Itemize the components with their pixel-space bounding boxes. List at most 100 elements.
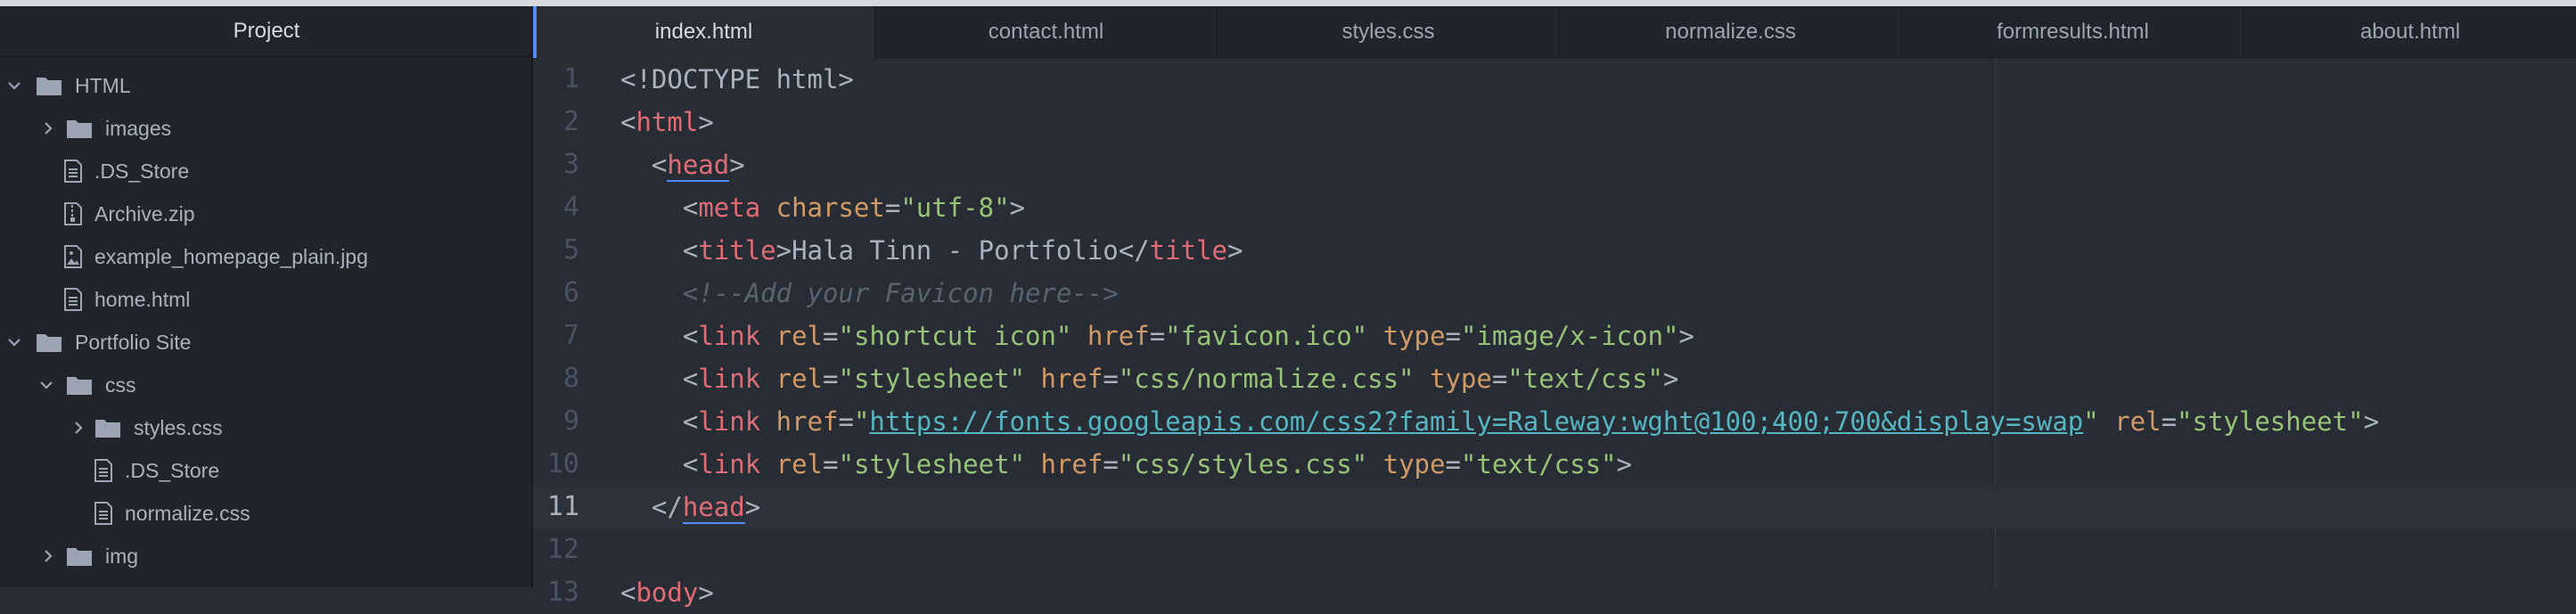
code-line[interactable]: 3 <head>: [533, 143, 2576, 186]
line-number[interactable]: 10: [533, 443, 579, 486]
line-number[interactable]: 5: [533, 229, 579, 272]
code-line[interactable]: 11 </head>: [533, 486, 2576, 528]
tree-file-normalize-css[interactable]: normalize.css: [0, 492, 533, 535]
tree-file-css-ds-store[interactable]: .DS_Store: [0, 449, 533, 492]
line-number[interactable]: 2: [533, 101, 579, 143]
chevron-down-icon[interactable]: [39, 378, 53, 392]
code-line[interactable]: 13 <body>: [533, 571, 2576, 614]
line-number[interactable]: 13: [533, 571, 579, 614]
chevron-right-icon[interactable]: [41, 549, 55, 563]
code-token: <!DOCTYPE html>: [620, 64, 854, 94]
code-line[interactable]: 10 <link rel="stylesheet" href="css/styl…: [533, 443, 2576, 486]
tab-normalize-css[interactable]: normalize.css: [1560, 6, 1902, 57]
code-line[interactable]: 7 <link rel="shortcut icon" href="favico…: [533, 315, 2576, 357]
code-token: rel: [775, 364, 824, 394]
url-link[interactable]: https://fonts.googleapis.com/css2?family…: [869, 406, 2083, 437]
folder-icon: [66, 374, 93, 396]
tab-contact-html[interactable]: contact.html: [875, 6, 1218, 57]
code-line[interactable]: 2 <html>: [533, 101, 2576, 143]
tree-folder-images[interactable]: images: [0, 107, 533, 150]
code-token: meta: [698, 192, 761, 223]
code-token: <: [620, 235, 699, 266]
tree-folder-styles-css[interactable]: styles.css: [0, 406, 533, 449]
tree-file-home-html[interactable]: home.html: [0, 278, 533, 321]
code-token: </: [620, 492, 683, 522]
chevron-right-icon[interactable]: [41, 121, 55, 135]
code-token: "text/css": [1507, 364, 1663, 394]
code-token: =: [823, 449, 839, 479]
tab-index-html[interactable]: index.html: [533, 6, 875, 58]
code-text[interactable]: <body>: [620, 571, 714, 614]
code-line[interactable]: 12: [533, 528, 2576, 571]
tree-file-ds-store[interactable]: .DS_Store: [0, 150, 533, 192]
code-text[interactable]: <head>: [620, 143, 745, 186]
code-token: >: [698, 107, 714, 137]
code-token: type: [1382, 449, 1446, 479]
line-number[interactable]: 1: [533, 58, 579, 101]
tree-file-example-homepage[interactable]: example_homepage_plain.jpg: [0, 235, 533, 278]
tree-file-archive-zip[interactable]: Archive.zip: [0, 192, 533, 235]
line-number[interactable]: 7: [533, 315, 579, 357]
code-text[interactable]: <!--Add your Favicon here-->: [620, 272, 1119, 315]
code-line[interactable]: 1 <!DOCTYPE html>: [533, 58, 2576, 101]
code-text[interactable]: </head>: [620, 486, 760, 528]
code-line[interactable]: 6 <!--Add your Favicon here-->: [533, 272, 2576, 315]
tree-folder-img[interactable]: img: [0, 535, 533, 577]
chevron-down-icon[interactable]: [7, 78, 21, 93]
window-top-strip: [0, 0, 2576, 6]
code-area[interactable]: 1 <!DOCTYPE html> 2 <html> 3 <head> 4 <meta c…: [533, 58, 2576, 608]
code-line[interactable]: 9 <link href="https://fonts.googleapis.c…: [533, 400, 2576, 443]
tree-folder-portfolio-site[interactable]: Portfolio Site: [0, 321, 533, 364]
chevron-right-icon[interactable]: [71, 421, 86, 435]
tree-item-label: styles.css: [134, 415, 223, 439]
tree-folder-html[interactable]: HTML: [0, 64, 533, 107]
code-text[interactable]: <link href="https://fonts.googleapis.com…: [620, 400, 2379, 443]
code-line[interactable]: 4 <meta charset="utf-8">: [533, 186, 2576, 229]
file-text-icon: [94, 502, 112, 525]
tab-about-html[interactable]: about.html: [2244, 6, 2576, 57]
code-text[interactable]: <link rel="stylesheet" href="css/normali…: [620, 357, 1679, 400]
code-line[interactable]: 8 <link rel="stylesheet" href="css/norma…: [533, 357, 2576, 400]
project-tree[interactable]: Project HTML images .DS_Store Archive.zi…: [0, 6, 533, 587]
line-number[interactable]: 3: [533, 143, 579, 186]
code-token: "stylesheet": [838, 364, 1025, 394]
line-number[interactable]: 11: [533, 486, 579, 528]
tree-item-label: Portfolio Site: [75, 330, 192, 354]
code-token: head: [682, 492, 745, 524]
code-token: <: [620, 406, 699, 437]
code-token: =: [1103, 364, 1119, 394]
code-token: >: [775, 235, 792, 266]
tab-formresults-html[interactable]: formresults.html: [1902, 6, 2244, 57]
code-text[interactable]: <link rel="stylesheet" href="css/styles.…: [620, 443, 1632, 486]
code-token: href: [1040, 364, 1103, 394]
code-token: rel: [775, 321, 824, 351]
code-token: "stylesheet": [838, 449, 1025, 479]
code-text[interactable]: <link rel="shortcut icon" href="favicon.…: [620, 315, 1694, 357]
line-number[interactable]: 12: [533, 528, 579, 571]
line-number[interactable]: 4: [533, 186, 579, 229]
code-text[interactable]: <title>Hala Tinn - Portfolio</title>: [620, 229, 1243, 272]
line-number[interactable]: 9: [533, 400, 579, 443]
code-text[interactable]: <meta charset="utf-8">: [620, 186, 1025, 229]
code-token: =: [2161, 406, 2178, 437]
chevron-down-icon[interactable]: [7, 335, 21, 349]
editor-pane[interactable]: index.html contact.html styles.css norma…: [533, 6, 2576, 608]
code-token: "favicon.ico": [1165, 321, 1368, 351]
line-number[interactable]: 8: [533, 357, 579, 400]
code-text[interactable]: <html>: [620, 101, 714, 143]
code-text[interactable]: <!DOCTYPE html>: [620, 58, 854, 101]
code-token: >: [1226, 235, 1243, 266]
folder-icon: [94, 417, 121, 438]
line-number[interactable]: 6: [533, 272, 579, 315]
code-token: =: [884, 192, 901, 223]
code-token: head: [667, 150, 730, 182]
tab-styles-css[interactable]: styles.css: [1218, 6, 1560, 57]
tree-folder-css[interactable]: css: [0, 364, 533, 406]
code-line[interactable]: 5 <title>Hala Tinn - Portfolio</title>: [533, 229, 2576, 272]
